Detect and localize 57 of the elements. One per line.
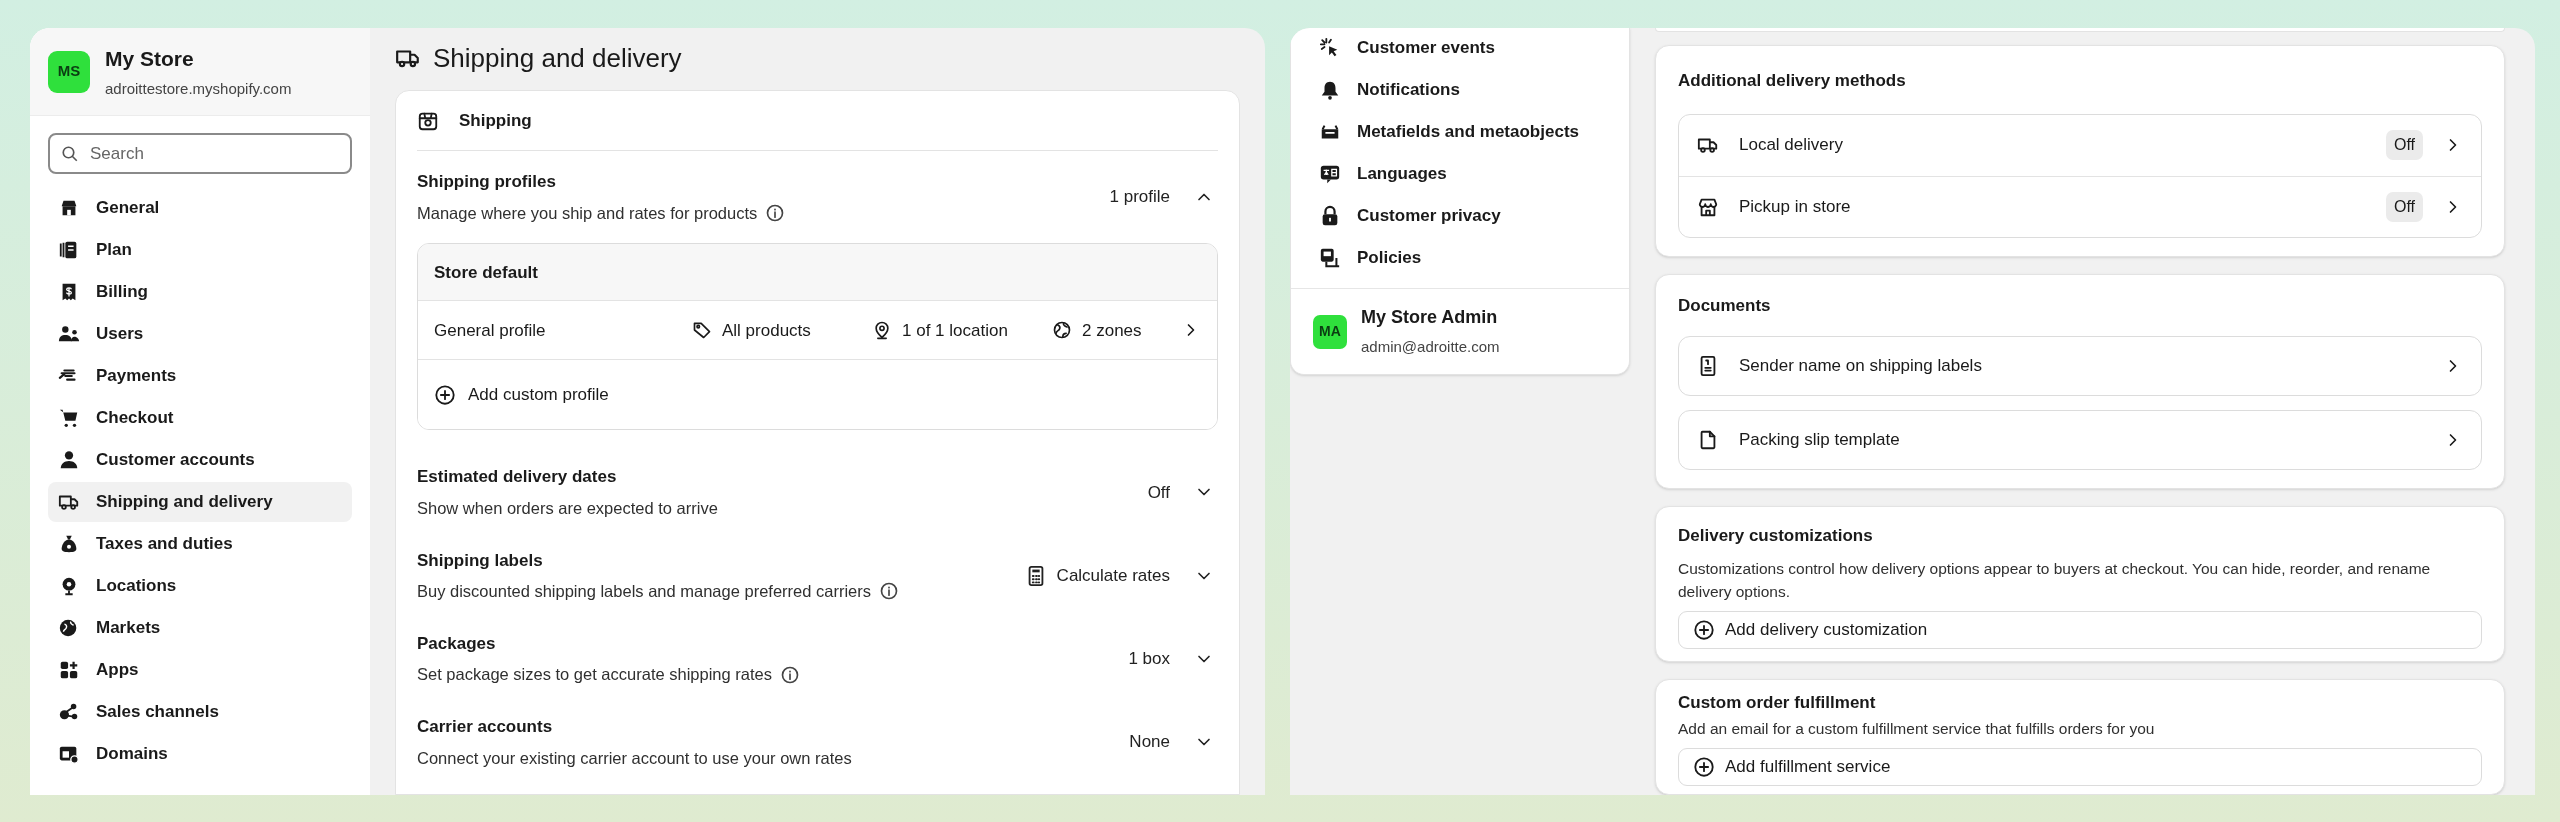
setting-toggle[interactable]: Off [1147, 479, 1218, 506]
search-field[interactable]: Search [48, 133, 352, 174]
globe-outline-icon [1052, 320, 1072, 341]
store-name: My Store [105, 45, 195, 72]
card-title: Documents [1678, 294, 1772, 317]
list-row[interactable]: Pickup in store Off [1679, 175, 2481, 237]
add-button[interactable]: Add fulfillment service [1678, 748, 2482, 786]
account-name: My Store Admin [1361, 306, 1499, 330]
card-title: Additional delivery methods [1678, 70, 1907, 92]
page-title: Shipping and delivery [433, 41, 682, 75]
add-button[interactable]: Add delivery customization [1678, 610, 2482, 649]
setting-title: Shipping profiles [417, 171, 557, 193]
account-avatar: MA [1313, 314, 1347, 349]
setting-description: Manage where you ship and rates for products [417, 202, 758, 224]
card-description: Customizations control how delivery options appear to buyers at checkout. You can hide, reorder, and rename delivery options. [1678, 558, 2432, 602]
group-title: Store default [434, 261, 538, 284]
location-pin-icon [872, 320, 892, 341]
account-email: admin@adroitte.com [1361, 337, 1500, 358]
tag-icon [692, 320, 712, 341]
status-badge: Off [2385, 191, 2423, 222]
card-title: Delivery customizations [1678, 525, 1874, 547]
setting-description: Connect your existing carrier account to use your own rates [417, 747, 852, 769]
setting-toggle[interactable]: None [1129, 729, 1218, 755]
setting-toggle[interactable]: 1 box [1128, 646, 1218, 672]
list-row[interactable]: Packing slip template [1678, 410, 2482, 470]
setting-title: Estimated delivery dates [417, 466, 618, 489]
list-row[interactable]: Sender name on shipping labels [1678, 336, 2482, 396]
profile-detail: All products [722, 319, 811, 342]
card-title: Shipping [459, 109, 532, 132]
bell-icon [1319, 79, 1341, 101]
card-title: Custom order fulfillment [1678, 691, 1877, 714]
cart-icon [58, 407, 80, 429]
setting-title: Carrier accounts [417, 716, 554, 738]
profile-detail: 2 zones [1082, 319, 1142, 342]
setting-description: Buy discounted shipping labels and manage preferred carriers [417, 581, 872, 602]
list-row[interactable]: Local delivery Off [1679, 114, 2481, 176]
plus-circle-icon [1693, 756, 1715, 778]
account-footer[interactable]: MA My Store Admin admin@adroitte.com [1291, 288, 1629, 374]
document-stack-icon [1319, 247, 1341, 269]
setting-description: Show when orders are expected to arrive [417, 497, 718, 519]
sidebar-item[interactable]: Shipping and delivery [48, 482, 352, 522]
apps-icon [58, 659, 80, 681]
search-icon [61, 145, 79, 163]
card-description: Add an email for a custom fulfillment service that fulfills orders for you [1678, 719, 2156, 739]
setting-toggle[interactable]: 1 profile [1109, 184, 1218, 210]
translate-icon [1319, 163, 1341, 185]
setting-title: Packages [417, 632, 497, 655]
setting-title: Shipping labels [417, 549, 544, 572]
store-avatar: MS [48, 50, 90, 93]
status-badge: Off [2385, 130, 2423, 160]
profile-detail: 1 of 1 location [902, 319, 1008, 342]
person-icon [58, 449, 80, 471]
plus-circle-icon [434, 383, 456, 406]
plus-circle-icon [1693, 618, 1715, 641]
setting-toggle[interactable]: Calculate rates [1024, 562, 1218, 589]
store-domain: adroittestore.myshopify.com [105, 79, 292, 99]
setting-description: Set package sizes to get accurate shipping rates [417, 664, 772, 686]
